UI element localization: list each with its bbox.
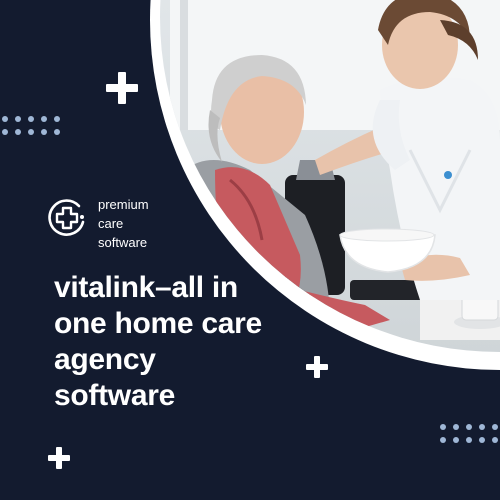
headline-line: software [54, 379, 175, 412]
ad-canvas: premium care software vitalink–all in on… [0, 0, 500, 500]
plus-icon [48, 447, 70, 469]
tagline-line: premium [98, 197, 149, 212]
headline-line: vitalink–all in [54, 271, 238, 304]
dot-grid [2, 116, 60, 135]
headline: vitalink–all in one home care agency sof… [54, 270, 304, 414]
brand-logo: premium care software [46, 195, 149, 252]
headline-line: agency [54, 343, 156, 376]
dot-grid [440, 424, 498, 443]
headline-line: one home care [54, 307, 262, 340]
plus-icon [306, 356, 328, 378]
tagline-line: software [98, 235, 148, 250]
plus-circle-logo-icon [48, 199, 85, 236]
plus-icon [106, 72, 138, 104]
tagline-line: care [98, 216, 124, 231]
brand-tagline: premium care software [98, 195, 149, 252]
